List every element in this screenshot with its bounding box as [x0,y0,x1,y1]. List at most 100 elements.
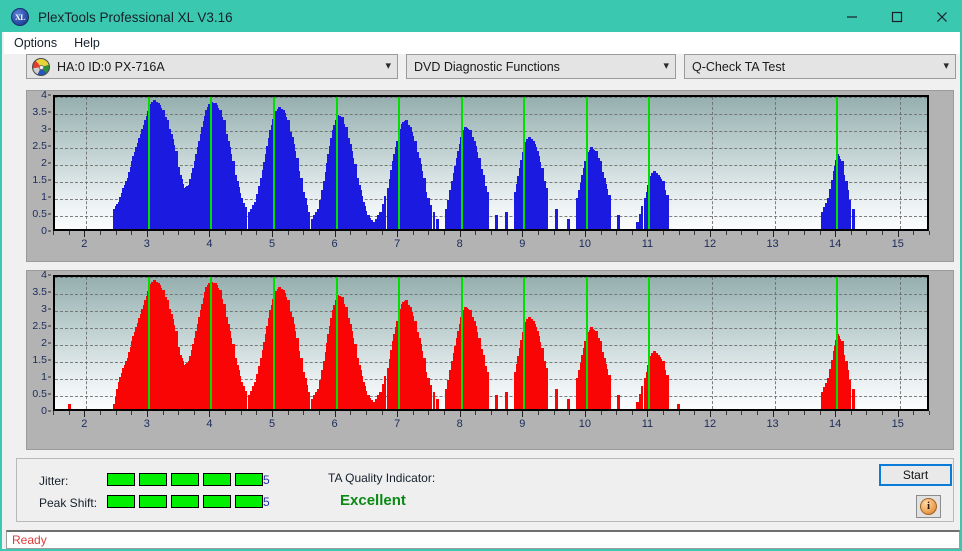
x-axis-tick-label: 7 [394,418,401,430]
x-axis-tick [835,411,837,417]
x-axis-tick [272,231,273,237]
chart-bar [839,338,842,409]
chart-bar [356,178,359,229]
x-axis-tick [616,411,618,415]
chart-bar [651,353,654,409]
chart-bar [325,163,328,229]
maximize-icon[interactable] [874,2,919,32]
close-icon[interactable] [919,2,960,32]
x-axis-tick-label: 7 [394,238,401,250]
marker-line [836,277,839,409]
chart-bar [314,392,317,409]
menu-item-help[interactable]: Help [67,34,107,52]
y-axis-tick [48,145,51,147]
chart-bar [435,398,439,409]
chart-bar [155,282,158,409]
minimize-icon[interactable] [829,2,874,32]
x-axis-tick [350,231,352,235]
chart-bar [593,149,596,229]
chart-bar [361,196,364,229]
x-axis-tick-label: 3 [143,418,150,430]
x-axis-tick [897,411,899,417]
marker-line [648,97,651,229]
chart-bar [429,205,432,229]
start-button[interactable]: Start [879,464,952,486]
x-axis-tick [146,411,148,417]
x-axis-tick [84,231,86,237]
chart-bar [579,362,582,409]
marker-line [210,277,213,409]
chart-bar [245,207,248,229]
meter-segment [235,473,263,486]
chart-bar [416,331,419,409]
chart-bar [182,183,185,229]
chart-bar [129,166,132,229]
chart-bar [539,342,542,409]
test-select[interactable]: Q-Check TA Test ▾ [684,54,956,79]
chart-bar [280,288,283,409]
chart-bar [234,358,237,409]
marker-line [398,97,401,229]
x-axis-tick [616,231,618,235]
x-axis-tick [162,231,164,235]
chart-bar [588,149,591,229]
status-bar: Ready [6,530,960,549]
x-axis-tick [835,231,837,237]
chart-bar [517,175,520,229]
chart-bar [830,180,833,229]
y-axis-tick-label: 2 [41,157,47,169]
toolbar: HA:0 ID:0 PX-716A ▾ DVD Diagnostic Funct… [2,54,960,80]
x-axis-tick-label: 11 [641,238,654,250]
grid-line-horizontal [55,277,927,278]
grid-line-vertical [899,277,901,409]
chart-bar [276,108,279,229]
chart-bar [567,218,571,229]
meter-segment [107,495,135,508]
peak-shift-meter [107,495,263,508]
y-axis-tick-label: 2 [41,337,47,349]
chart-bar [425,371,428,409]
grid-line-vertical [712,277,713,409]
x-axis-tick [506,411,508,415]
x-axis-tick [788,411,790,415]
meter-segment [203,495,231,508]
chart-bar [429,385,432,409]
function-select[interactable]: DVD Diagnostic Functions ▾ [406,54,676,79]
chart-bar [467,129,470,229]
x-axis-tick-label: 9 [519,418,526,430]
x-axis-tick [115,231,117,235]
chart-bar [116,204,119,229]
info-button[interactable]: i [916,495,941,518]
x-axis-tick-label: 2 [81,418,88,430]
x-axis-tick [929,411,930,415]
chart-bar [217,107,220,229]
marker-line [210,97,213,229]
chart-bar [67,403,71,409]
chart-bar [463,130,465,229]
y-axis-tick-label: 3 [41,303,47,315]
x-axis-tick [397,411,399,417]
x-axis-tick [318,231,320,235]
meter-segment [139,495,167,508]
chart-bar [116,389,119,409]
chart-bar [421,171,424,229]
chart-bar [339,116,342,229]
chart-bar [554,208,558,229]
menu-item-options[interactable]: Options [7,34,64,52]
x-axis-tick [256,411,258,415]
grid-line-vertical [712,97,713,229]
plextools-logo-icon: XL [11,8,29,26]
drive-select[interactable]: HA:0 ID:0 PX-716A ▾ [26,54,398,79]
chart-bar [851,388,855,409]
x-axis-tick [193,231,195,235]
chart-bar [263,342,266,409]
peak-shift-graph-panel: 4 3.5 3 2.5 2 1.5 1 0.5 0 2 3 4 5 6 7 8 9 10 11 12 13 14 15 [26,269,954,450]
x-axis-tick [381,411,383,415]
chart-bar [267,318,270,409]
chart-bar [664,190,667,229]
x-axis-tick-label: 11 [641,418,654,430]
chart-bar [347,138,350,229]
chart-bar [371,219,374,229]
chart-bar [365,390,368,409]
x-axis-tick-label: 4 [206,418,213,430]
